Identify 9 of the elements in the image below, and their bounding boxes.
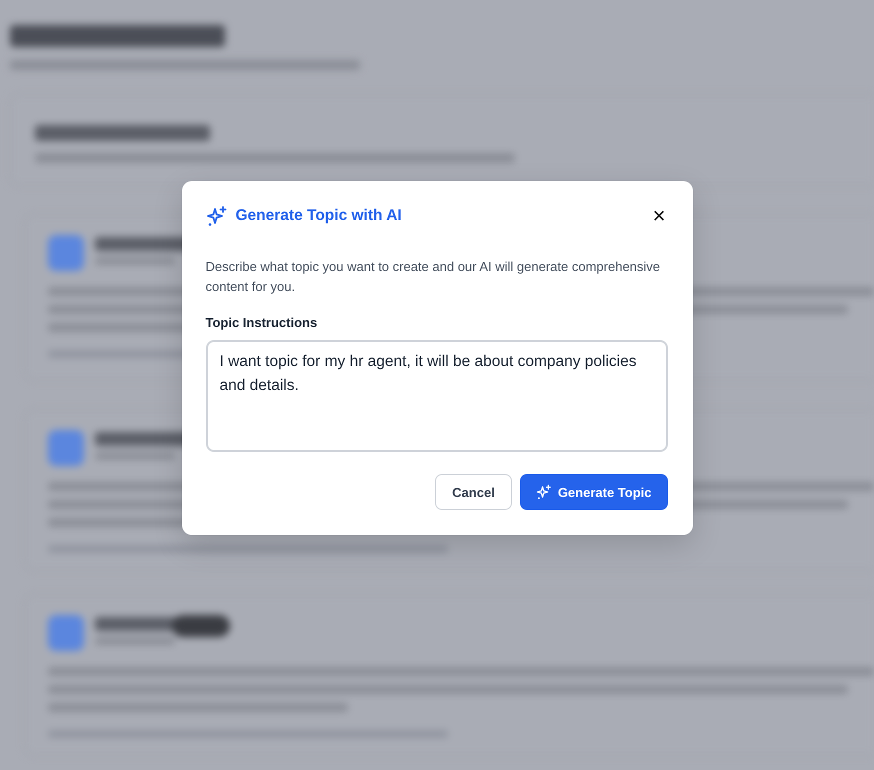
- field-label: Topic Instructions: [206, 315, 318, 330]
- close-button[interactable]: ×: [650, 207, 668, 225]
- dialog-description: Describe what topic you want to create and our AI will generate comprehensive content for you.: [206, 258, 662, 296]
- cancel-button[interactable]: Cancel: [435, 474, 512, 510]
- dialog-title: Generate Topic with AI: [236, 207, 403, 225]
- generate-button[interactable]: Generate Topic: [520, 474, 668, 510]
- sparkle-icon: [536, 484, 552, 500]
- instructions-field[interactable]: I want topic for my hr agent, it will be about company policies and details.: [206, 340, 668, 452]
- sparkle-icon: [206, 205, 228, 227]
